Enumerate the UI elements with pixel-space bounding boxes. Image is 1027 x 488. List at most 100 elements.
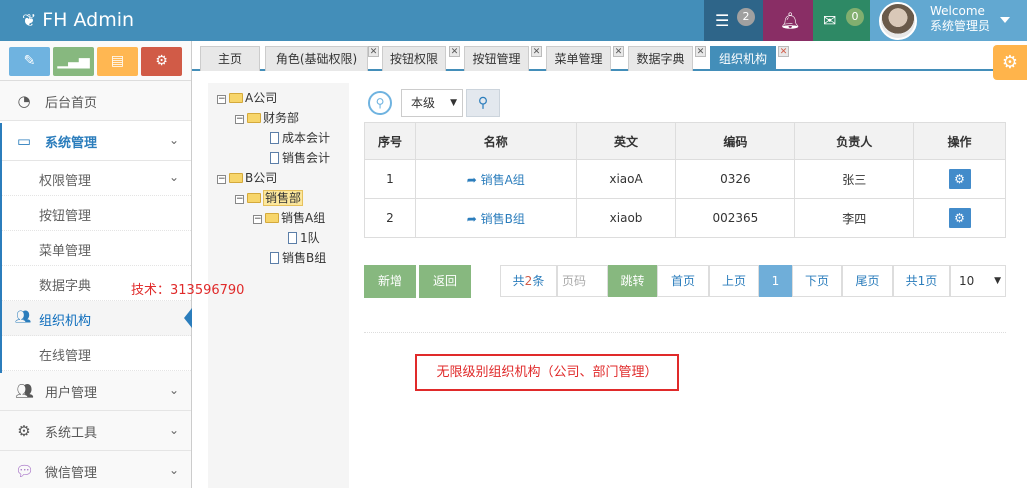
- search-button[interactable]: ⚲: [466, 89, 500, 117]
- level-select-value: 本级: [411, 96, 436, 110]
- tree-node[interactable]: 销售会计: [270, 151, 330, 166]
- folder-icon: [229, 173, 243, 183]
- chevron-down-icon: ⌄: [168, 423, 179, 437]
- row-actions: ⚙: [913, 198, 1006, 238]
- row-name-link[interactable]: ➦ 销售B组: [414, 198, 577, 238]
- row-index: 2: [364, 198, 416, 238]
- close-icon[interactable]: ✕: [368, 46, 379, 57]
- settings-gear-icon[interactable]: ⚙: [993, 45, 1027, 80]
- tree-node[interactable]: − A公司: [217, 91, 277, 106]
- tree-node-label: 销售B组: [282, 251, 327, 265]
- table-row: 1 ➦ 销售A组 xiaoA 0326 张三 ⚙: [364, 159, 1006, 199]
- tree-node[interactable]: 销售B组: [270, 251, 326, 266]
- sidebar-item-buttons[interactable]: 按钮管理: [1, 196, 191, 231]
- tree-node[interactable]: − B公司: [217, 171, 277, 186]
- close-icon[interactable]: ✕: [778, 46, 789, 57]
- welcome-text: Welcome: [930, 4, 985, 18]
- collapse-icon[interactable]: −: [253, 215, 262, 224]
- sidebar-item-online[interactable]: 在线管理: [1, 336, 191, 371]
- add-button[interactable]: 新增: [364, 265, 416, 298]
- sidebar-item-tools[interactable]: ⚙ 系统工具 ⌄: [0, 411, 191, 451]
- row-owner: 李四: [794, 198, 915, 238]
- page-size-select[interactable]: 10 ▼: [950, 265, 1006, 297]
- sidebar-item-label: 菜单管理: [39, 244, 92, 259]
- row-english: xiaob: [575, 198, 677, 238]
- tab-roles[interactable]: 角色(基础权限): [265, 46, 368, 71]
- tech-note: 技术：313596790: [131, 283, 245, 298]
- sidebar: ✎ ▁▃▅ ▤ ⚙ ◔ 后台首页 ▭ 系统管理 ⌄ 权限管理 ⌄ 按钮管理 菜单管理 …: [0, 41, 192, 488]
- divider: [364, 332, 1006, 333]
- notifications-menu[interactable]: 🔔︎: [763, 0, 813, 41]
- tree-node[interactable]: − 销售A组: [253, 211, 325, 226]
- close-icon[interactable]: ✕: [449, 46, 460, 57]
- tree-node[interactable]: 1队: [288, 231, 320, 246]
- tab-bar: 主页 角色(基础权限) ✕ 按钮权限 ✕ 按钮管理 ✕ 菜单管理 ✕ 数据字典 …: [192, 46, 1027, 71]
- sidebar-item-home[interactable]: ◔ 后台首页: [0, 81, 191, 121]
- tab-dictionary[interactable]: 数据字典: [628, 46, 693, 71]
- row-name: 销售A组: [480, 172, 525, 187]
- comments-icon: 💬︎: [15, 462, 35, 480]
- users-icon: 👥︎: [15, 382, 35, 400]
- total-suffix: 条: [532, 274, 545, 288]
- sidebar-item-menus[interactable]: 菜单管理: [1, 231, 191, 266]
- tab-organization[interactable]: 组织机构: [710, 46, 776, 71]
- sidebar-item-users[interactable]: 👥︎ 用户管理 ⌄: [0, 371, 191, 411]
- tasks-menu[interactable]: ☰ 2: [704, 0, 763, 41]
- tab-button-management[interactable]: 按钮管理: [464, 46, 529, 71]
- search-icon: ⚲: [368, 91, 392, 115]
- row-settings-button[interactable]: ⚙: [948, 208, 971, 228]
- tree-node-label: 财务部: [263, 111, 300, 125]
- table-row: 2 ➦ 销售B组 xiaob 002365 李四 ⚙: [364, 198, 1006, 238]
- column-header: 编码: [675, 122, 796, 160]
- tree-node[interactable]: − 财务部: [235, 111, 299, 126]
- system-submenu: 权限管理 ⌄ 按钮管理 菜单管理 数据字典 👥︎ 组织机构 在线管理: [0, 161, 192, 371]
- row-actions: ⚙: [913, 159, 1006, 199]
- tree-node-label: 销售部: [263, 190, 304, 206]
- signal-icon[interactable]: ▁▃▅: [53, 47, 94, 76]
- back-button[interactable]: 返回: [419, 265, 471, 298]
- close-icon[interactable]: ✕: [613, 46, 624, 57]
- sidebar-item-wechat[interactable]: 💬︎ 微信管理 ⌄: [0, 451, 191, 488]
- caret-down-icon: ▼: [994, 276, 1001, 286]
- last-page-button[interactable]: 尾页: [842, 265, 893, 297]
- page-size-value: 10: [959, 274, 975, 288]
- tab-button-permissions[interactable]: 按钮权限: [382, 46, 446, 71]
- row-settings-button[interactable]: ⚙: [948, 169, 971, 189]
- tree-node-label: B公司: [245, 171, 278, 185]
- collapse-icon[interactable]: −: [235, 115, 244, 124]
- close-icon[interactable]: ✕: [531, 46, 542, 57]
- column-header: 操作: [913, 122, 1006, 160]
- tree-node[interactable]: 成本会计: [270, 131, 330, 146]
- folder-icon: [265, 213, 279, 223]
- tab-menu-management[interactable]: 菜单管理: [546, 46, 611, 71]
- cog-icon: ⚙: [954, 211, 965, 225]
- user-menu[interactable]: Welcome 系统管理员: [870, 0, 1027, 41]
- collapse-icon[interactable]: −: [235, 195, 244, 204]
- row-name-link[interactable]: ➦ 销售A组: [414, 159, 577, 199]
- level-select[interactable]: 本级 ▼: [401, 89, 463, 117]
- sidebar-item-permissions[interactable]: 权限管理 ⌄: [1, 161, 191, 196]
- close-icon[interactable]: ✕: [695, 46, 706, 57]
- prev-page-button[interactable]: 上页: [709, 265, 759, 297]
- row-index: 1: [364, 159, 416, 199]
- current-page[interactable]: 1: [759, 265, 792, 297]
- sidebar-item-organization[interactable]: 👥︎ 组织机构: [1, 301, 192, 336]
- users-icon: 👥︎: [15, 310, 32, 325]
- tree-node-selected[interactable]: − 销售部: [235, 190, 304, 206]
- collapse-icon[interactable]: −: [217, 175, 226, 184]
- sidebar-item-system[interactable]: ▭ 系统管理 ⌄: [0, 121, 191, 161]
- tab-home[interactable]: 主页: [200, 46, 260, 71]
- messages-menu[interactable]: ✉ 0: [813, 0, 870, 41]
- next-page-button[interactable]: 下页: [792, 265, 842, 297]
- jump-button[interactable]: 跳转: [608, 265, 657, 297]
- first-page-button[interactable]: 首页: [657, 265, 709, 297]
- brand[interactable]: ❦ FH Admin: [22, 0, 134, 41]
- sidebar-item-label: 系统管理: [45, 136, 98, 151]
- collapse-icon[interactable]: −: [217, 95, 226, 104]
- table-header-row: 序号 名称 英文 编码 负责人 操作: [364, 122, 1006, 160]
- pencil-icon[interactable]: ✎: [9, 47, 50, 76]
- page-number-input[interactable]: 页码: [557, 265, 608, 297]
- cogs-icon[interactable]: ⚙: [141, 47, 182, 76]
- book-icon[interactable]: ▤: [97, 47, 138, 76]
- cog-icon: ⚙: [17, 422, 31, 440]
